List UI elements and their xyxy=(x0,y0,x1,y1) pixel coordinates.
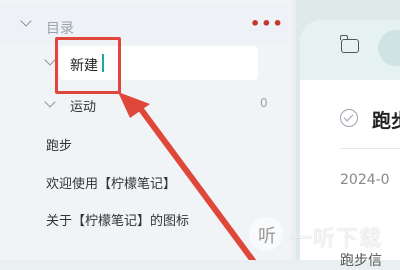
divider xyxy=(340,148,400,149)
directory-header[interactable]: 目录 ••• xyxy=(0,4,288,44)
chevron-down-icon[interactable] xyxy=(20,15,32,27)
check-circle-icon[interactable] xyxy=(340,109,358,127)
note-detail-title: 跑步 xyxy=(372,110,400,132)
note-item-running[interactable]: 跑步 xyxy=(46,135,72,154)
sidebar: 目录 ••• 新建 运动 0 跑步 欢迎使用【柠檬笔记】 关于【柠檬笔记】的图标 xyxy=(0,0,292,260)
folder-icon[interactable] xyxy=(340,35,359,53)
folder-item-count: 0 xyxy=(260,96,268,110)
highlight-box xyxy=(55,37,121,94)
watermark-logo-icon: 听 xyxy=(249,217,283,251)
note-detail-date: 2024-0 xyxy=(340,172,390,188)
folder-item-label[interactable]: 运动 xyxy=(70,96,96,115)
note-item-about-icon[interactable]: 关于【柠檬笔记】的图标 xyxy=(46,210,189,229)
chevron-down-icon[interactable] xyxy=(44,54,56,66)
note-item-welcome[interactable]: 欢迎使用【柠檬笔记】 xyxy=(46,173,176,192)
more-options-icon[interactable]: ••• xyxy=(250,14,284,33)
watermark-logo-glyph: 听 xyxy=(258,226,276,247)
note-detail-text: 跑步信 xyxy=(340,253,382,269)
chevron-down-icon[interactable] xyxy=(44,96,56,108)
directory-title: 目录 xyxy=(46,21,74,37)
watermark-text: 一听下载 xyxy=(290,227,383,252)
